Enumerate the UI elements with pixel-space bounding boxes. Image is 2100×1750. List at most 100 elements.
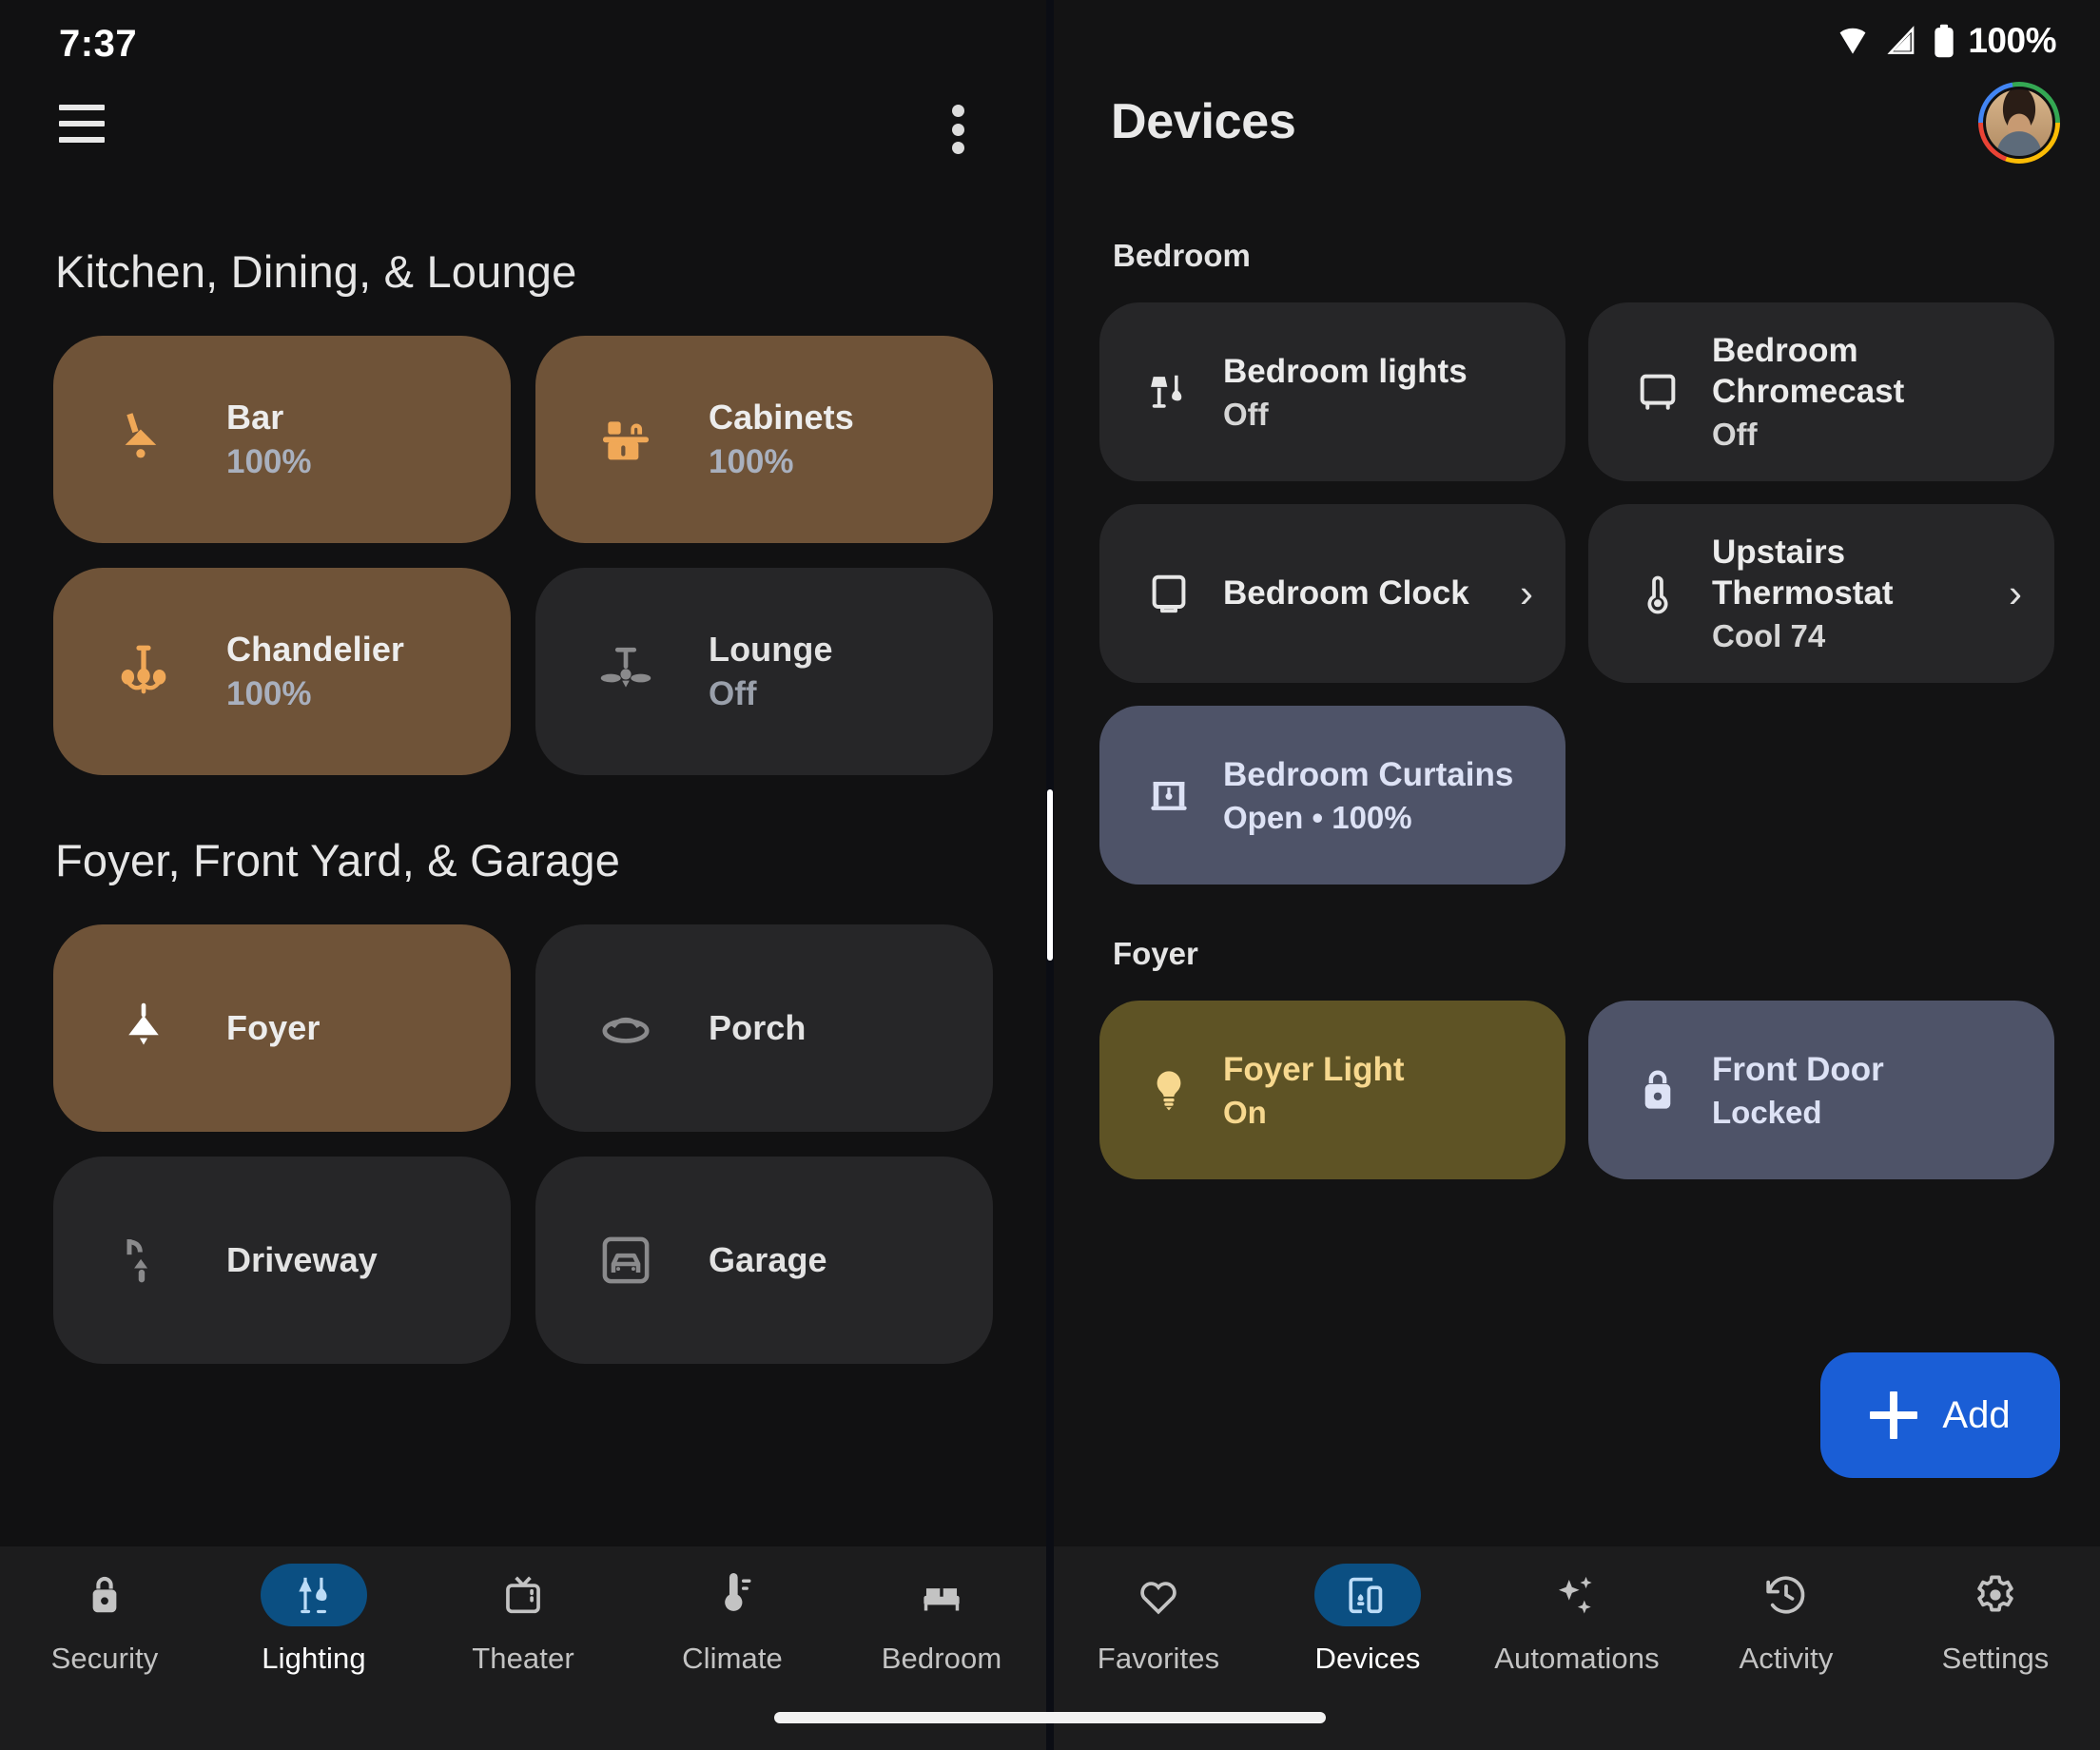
tile-chandelier-text: Chandelier 100%	[226, 630, 404, 714]
tile-label: Bar	[226, 397, 284, 437]
tile-state: 100%	[226, 443, 312, 481]
nav-item-automations[interactable]: Automations	[1472, 1564, 1682, 1676]
device-text: Bedroom Clock	[1223, 573, 1510, 613]
device-card-upstairs-thermostat[interactable]: Upstairs Thermostat Cool 74 ›	[1588, 504, 2054, 683]
nav-item-settings[interactable]: Settings	[1891, 1564, 2100, 1676]
tile-label: Porch	[709, 1008, 807, 1048]
right-scroll-area[interactable]: Bedroom Bedroom lights Off Bedroom Chrom…	[1054, 186, 2100, 1556]
lamps-icon	[299, 1577, 327, 1614]
add-button[interactable]: Add	[1820, 1352, 2060, 1478]
device-name: Upstairs Thermostat	[1712, 534, 1894, 612]
split-drag-handle[interactable]	[1047, 789, 1053, 961]
nav-pill	[679, 1564, 786, 1626]
tile-cabinets-text: Cabinets 100%	[709, 398, 854, 482]
battery-percent: 100%	[1968, 21, 2056, 60]
tile-label: Foyer	[226, 1008, 321, 1048]
device-text: Bedroom lights Off	[1223, 351, 1533, 434]
device-name: Bedroom lights	[1223, 352, 1468, 390]
pendant-light-icon	[108, 993, 179, 1063]
right-panel-google-home: 100% Devices Bedroom Bedroom lights Off …	[1054, 0, 2100, 1750]
nav-item-devices[interactable]: Devices	[1263, 1564, 1472, 1676]
tile-foyer[interactable]: Foyer	[53, 924, 511, 1132]
wall-sconce-icon	[108, 404, 179, 475]
device-name: Bedroom Curtains	[1223, 755, 1514, 793]
heart-icon	[1140, 1582, 1176, 1615]
tile-porch[interactable]: Porch	[535, 924, 993, 1132]
tile-lounge-text: Lounge Off	[709, 630, 833, 714]
tile-garage-text: Garage	[709, 1240, 827, 1279]
plus-icon	[1870, 1391, 1918, 1439]
device-text: Bedroom Curtains Open • 100%	[1223, 754, 1533, 837]
bulb-icon	[1141, 1062, 1196, 1118]
device-card-front-door[interactable]: Front Door Locked	[1588, 1001, 2054, 1179]
lamp-icon	[1141, 364, 1196, 419]
tile-label: Garage	[709, 1240, 827, 1280]
add-button-label: Add	[1942, 1393, 2011, 1436]
tile-bar[interactable]: Bar 100%	[53, 336, 511, 543]
status-icons: 100%	[1833, 21, 2056, 61]
gesture-navigation-bar[interactable]	[774, 1712, 1326, 1723]
nav-item-activity[interactable]: Activity	[1682, 1564, 1891, 1676]
left-scroll-area[interactable]: Kitchen, Dining, & Lounge Bar 100% Cabin…	[0, 186, 1046, 1556]
device-state: Cool 74	[1712, 618, 1826, 654]
nav-item-bedroom[interactable]: Bedroom	[837, 1564, 1046, 1676]
tile-porch-text: Porch	[709, 1008, 807, 1047]
chromecast-icon	[1630, 364, 1685, 419]
group-title-kitchen: Kitchen, Dining, & Lounge	[55, 246, 577, 297]
group-title-foyer: Foyer, Front Yard, & Garage	[55, 835, 621, 885]
device-text: Upstairs Thermostat Cool 74	[1712, 532, 1999, 655]
tile-foyer-text: Foyer	[226, 1008, 321, 1047]
nav-label: Theater	[472, 1642, 574, 1675]
device-name: Bedroom Chromecast	[1712, 332, 1905, 411]
nav-label: Lighting	[262, 1642, 366, 1675]
thermostat-icon	[1630, 566, 1685, 621]
tile-state: 100%	[226, 675, 312, 713]
nav-label: Devices	[1314, 1642, 1421, 1675]
tile-chandelier[interactable]: Chandelier 100%	[53, 568, 511, 775]
device-card-foyer-light[interactable]: Foyer Light On	[1099, 1001, 1565, 1179]
chevron-right-icon: ›	[1520, 571, 1533, 615]
nav-pill	[261, 1564, 367, 1626]
device-card-bedroom-clock[interactable]: Bedroom Clock ›	[1099, 504, 1565, 683]
device-grid-foyer: Foyer Light On Front Door Locked	[1099, 1001, 2054, 1179]
nav-item-lighting[interactable]: Lighting	[209, 1564, 418, 1676]
nav-label: Settings	[1941, 1642, 2050, 1675]
clock-display-icon	[1141, 566, 1196, 621]
status-bar-right: 100%	[1054, 0, 2100, 80]
left-top-bar	[0, 80, 1046, 186]
page-title: Devices	[1111, 94, 1296, 149]
tv-icon	[506, 1576, 540, 1614]
device-state: Open • 100%	[1223, 799, 1412, 835]
nav-item-security[interactable]: Security	[0, 1564, 209, 1676]
hamburger-menu-icon[interactable]	[59, 105, 105, 143]
device-state: Off	[1223, 396, 1269, 432]
battery-full-icon	[1935, 24, 1954, 58]
nav-item-theater[interactable]: Theater	[418, 1564, 628, 1676]
nav-label: Favorites	[1097, 1642, 1220, 1675]
room-label-foyer: Foyer	[1113, 936, 1198, 971]
device-state: Off	[1712, 417, 1758, 453]
device-card-bedroom-lights[interactable]: Bedroom lights Off	[1099, 302, 1565, 481]
status-bar-left: 7:37	[0, 0, 1046, 80]
tile-state: 100%	[709, 443, 794, 481]
overflow-menu-icon[interactable]	[937, 101, 979, 158]
tile-driveway[interactable]: Driveway	[53, 1157, 511, 1364]
device-card-bedroom-chromecast[interactable]: Bedroom Chromecast Off	[1588, 302, 2054, 481]
room-label-bedroom: Bedroom	[1113, 238, 1251, 273]
tile-lounge[interactable]: Lounge Off	[535, 568, 993, 775]
device-card-bedroom-curtains[interactable]: Bedroom Curtains Open • 100%	[1099, 706, 1565, 885]
nav-pill	[888, 1564, 995, 1626]
nav-label: Automations	[1494, 1642, 1660, 1675]
split-screen-divider[interactable]	[1046, 0, 1054, 1750]
tile-garage[interactable]: Garage	[535, 1157, 993, 1364]
avatar[interactable]	[1978, 82, 2060, 164]
nav-pill	[1105, 1564, 1212, 1626]
app-screen: 7:37 Kitchen, Dining, & Lounge Bar 100% …	[0, 0, 2100, 1750]
tile-cabinets[interactable]: Cabinets 100%	[535, 336, 993, 543]
device-text: Bedroom Chromecast Off	[1712, 330, 2022, 454]
nav-item-favorites[interactable]: Favorites	[1054, 1564, 1263, 1676]
chevron-right-icon: ›	[2009, 571, 2022, 615]
device-grid-bedroom: Bedroom lights Off Bedroom Chromecast Of…	[1099, 302, 2054, 885]
device-text: Front Door Locked	[1712, 1049, 2022, 1132]
nav-item-climate[interactable]: Climate	[628, 1564, 837, 1676]
